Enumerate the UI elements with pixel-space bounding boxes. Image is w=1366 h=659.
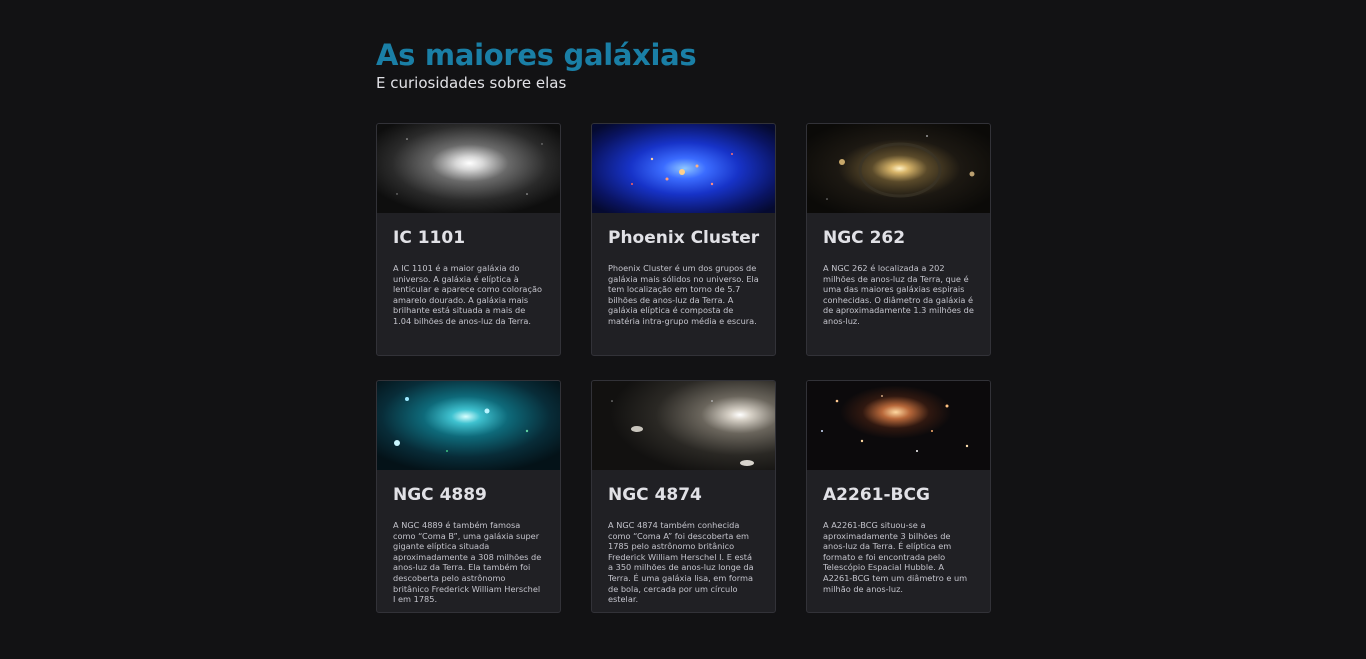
galaxy-description: A NGC 4874 também conhecida como “Coma A… (608, 520, 754, 605)
galaxy-name: NGC 4874 (608, 485, 702, 505)
galaxy-name: NGC 262 (823, 228, 906, 248)
galaxy-card-ic-1101[interactable]: IC 1101 A IC 1101 é a maior galáxia do u… (376, 123, 561, 356)
galaxy-description: A IC 1101 é a maior galáxia do universo.… (393, 263, 542, 326)
galaxy-description: A A2261-BCG situou-se a aproximadamente … (823, 520, 968, 594)
galaxy-image-ngc-4874 (592, 381, 775, 470)
galaxy-image-ngc-262 (807, 124, 990, 213)
galaxy-description: A NGC 262 é localizada a 202 milhões de … (823, 263, 974, 326)
galaxy-description: Phoenix Cluster é um dos grupos de galáx… (608, 263, 759, 326)
galaxy-image-ic-1101 (377, 124, 560, 213)
galaxy-image-ngc-4889 (377, 381, 560, 470)
galaxy-description: A NGC 4889 é também famosa como “Coma B”… (393, 520, 542, 605)
galaxy-name: Phoenix Cluster (608, 228, 760, 248)
page: As maiores galáxias E curiosidades sobre… (0, 0, 1366, 659)
galaxy-card-ngc-4889[interactable]: NGC 4889 A NGC 4889 é também famosa como… (376, 380, 561, 613)
galaxy-card-ngc-4874[interactable]: NGC 4874 A NGC 4874 também conhecida com… (591, 380, 776, 613)
galaxy-image-a2261-bcg (807, 381, 990, 470)
galaxy-card-a2261-bcg[interactable]: A2261-BCG A A2261-BCG situou-se a aproxi… (806, 380, 991, 613)
page-header: As maiores galáxias E curiosidades sobre… (376, 36, 697, 92)
galaxy-card-phoenix-cluster[interactable]: Phoenix Cluster Phoenix Cluster é um dos… (591, 123, 776, 356)
galaxy-image-phoenix-cluster (592, 124, 775, 213)
galaxy-name: NGC 4889 (393, 485, 487, 505)
page-title: As maiores galáxias (376, 38, 697, 72)
galaxy-card-ngc-262[interactable]: NGC 262 A NGC 262 é localizada a 202 mil… (806, 123, 991, 356)
galaxy-grid: IC 1101 A IC 1101 é a maior galáxia do u… (376, 123, 991, 613)
galaxy-name: IC 1101 (393, 228, 466, 248)
page-subtitle: E curiosidades sobre elas (376, 74, 567, 92)
galaxy-name: A2261-BCG (823, 485, 930, 505)
